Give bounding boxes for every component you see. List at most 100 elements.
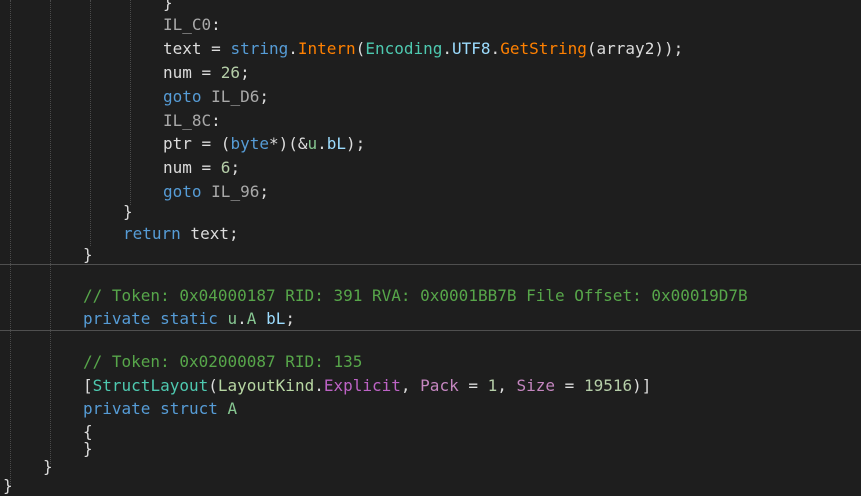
code-token: LayoutKind — [217, 376, 315, 395]
code-token: } — [83, 439, 93, 458]
code-token: 6 — [220, 158, 231, 177]
code-token: 26 — [220, 63, 241, 82]
code-token: } — [43, 457, 53, 476]
code-token: ); — [346, 134, 366, 153]
code-token: byte — [230, 134, 269, 153]
code-token: } — [83, 245, 93, 264]
code-token: IL_8C — [163, 111, 212, 130]
code-token: IL_D6 — [211, 87, 260, 106]
code-token: text; — [180, 224, 239, 243]
code-line[interactable]: } — [83, 243, 93, 267]
code-token: } — [3, 476, 13, 495]
code-line[interactable]: IL_C0: — [163, 13, 221, 37]
code-token: : — [211, 111, 221, 130]
code-token: UTF8 — [452, 39, 491, 58]
code-token: ( — [208, 376, 218, 395]
code-token: = — [458, 376, 488, 395]
code-token: } — [163, 0, 173, 12]
code-token: A — [227, 399, 238, 418]
code-line[interactable]: IL_8C: — [163, 109, 221, 133]
code-token: string — [230, 39, 289, 58]
code-line[interactable]: return text; — [123, 222, 239, 246]
code-token: Encoding — [365, 39, 443, 58]
code-token: struct — [160, 399, 218, 418]
code-token: . — [288, 39, 298, 58]
code-token: StructLayout — [92, 376, 209, 395]
code-line[interactable]: private static u.A bL; — [83, 307, 295, 331]
code-line[interactable]: text = string.Intern(Encoding.UTF8.GetSt… — [163, 37, 683, 61]
code-token: , — [497, 376, 517, 395]
code-token: num = — [163, 63, 221, 82]
code-token: private — [83, 399, 151, 418]
indent-guide — [10, 0, 11, 486]
code-token: IL_C0 — [163, 15, 212, 34]
code-token: 1 — [487, 376, 498, 395]
member-separator — [0, 264, 861, 265]
code-token: return — [123, 224, 181, 243]
code-token: IL_96 — [211, 182, 260, 201]
code-token: Explicit — [323, 376, 401, 395]
code-token: ptr = ( — [163, 134, 231, 153]
code-editor[interactable]: } IL_C0: text = string.Intern(Encoding.U… — [0, 0, 861, 496]
code-line[interactable]: // Token: 0x02000087 RID: 135 — [83, 350, 362, 374]
code-token: , — [400, 376, 421, 395]
code-token: . — [490, 39, 501, 58]
code-token: . — [237, 309, 247, 328]
indent-guide — [130, 0, 131, 205]
code-token: )] — [632, 376, 652, 395]
code-line[interactable]: ptr = (byte*)(&u.bL); — [163, 132, 365, 156]
code-token: Size — [516, 376, 556, 395]
indent-guide — [90, 0, 91, 246]
code-token: . — [314, 376, 324, 395]
code-token: // Token: 0x02000087 RID: 135 — [83, 352, 363, 371]
code-line[interactable]: } — [43, 455, 53, 479]
code-token: 19516 — [583, 376, 633, 395]
code-token: ; — [230, 158, 241, 177]
code-token: goto — [163, 182, 202, 201]
code-token: Intern — [297, 39, 356, 58]
indent-guide — [50, 0, 51, 464]
code-line[interactable]: num = 6; — [163, 156, 240, 180]
code-token: text = — [163, 39, 231, 58]
code-token: ; — [285, 309, 295, 328]
code-token: // Token: 0x04000187 RID: 391 RVA: 0x000… — [83, 286, 748, 305]
code-token: bL — [266, 309, 286, 328]
code-token: [ — [83, 376, 93, 395]
code-token: ; — [259, 87, 269, 106]
code-line[interactable]: goto IL_96; — [163, 180, 269, 204]
code-token: . — [317, 134, 327, 153]
code-token: u — [227, 309, 238, 328]
code-token: . — [442, 39, 453, 58]
code-line[interactable]: } — [123, 200, 133, 224]
code-line[interactable]: goto IL_D6; — [163, 85, 269, 109]
code-token: (array2)); — [586, 39, 684, 58]
code-line[interactable]: num = 26; — [163, 61, 250, 85]
code-token: : — [211, 15, 221, 34]
code-token: goto — [163, 87, 202, 106]
code-token: num = — [163, 158, 221, 177]
code-token: } — [123, 202, 133, 221]
code-token: = — [555, 376, 584, 395]
code-token: private — [83, 309, 151, 328]
code-token: ; — [259, 182, 269, 201]
code-token: *)(& — [268, 134, 308, 153]
code-token: static — [160, 309, 218, 328]
code-token: A — [246, 309, 257, 328]
code-line[interactable]: } — [3, 474, 13, 496]
code-line[interactable]: // Token: 0x04000187 RID: 391 RVA: 0x000… — [83, 284, 748, 308]
code-token: u — [307, 134, 318, 153]
code-line[interactable]: private struct A — [83, 397, 237, 421]
code-line[interactable]: } — [83, 437, 93, 461]
code-token: ( — [355, 39, 366, 58]
code-line[interactable]: [StructLayout(LayoutKind.Explicit, Pack … — [83, 374, 651, 398]
code-token: GetString — [500, 39, 587, 58]
code-token: bL — [326, 134, 347, 153]
code-token: Pack — [420, 376, 459, 395]
